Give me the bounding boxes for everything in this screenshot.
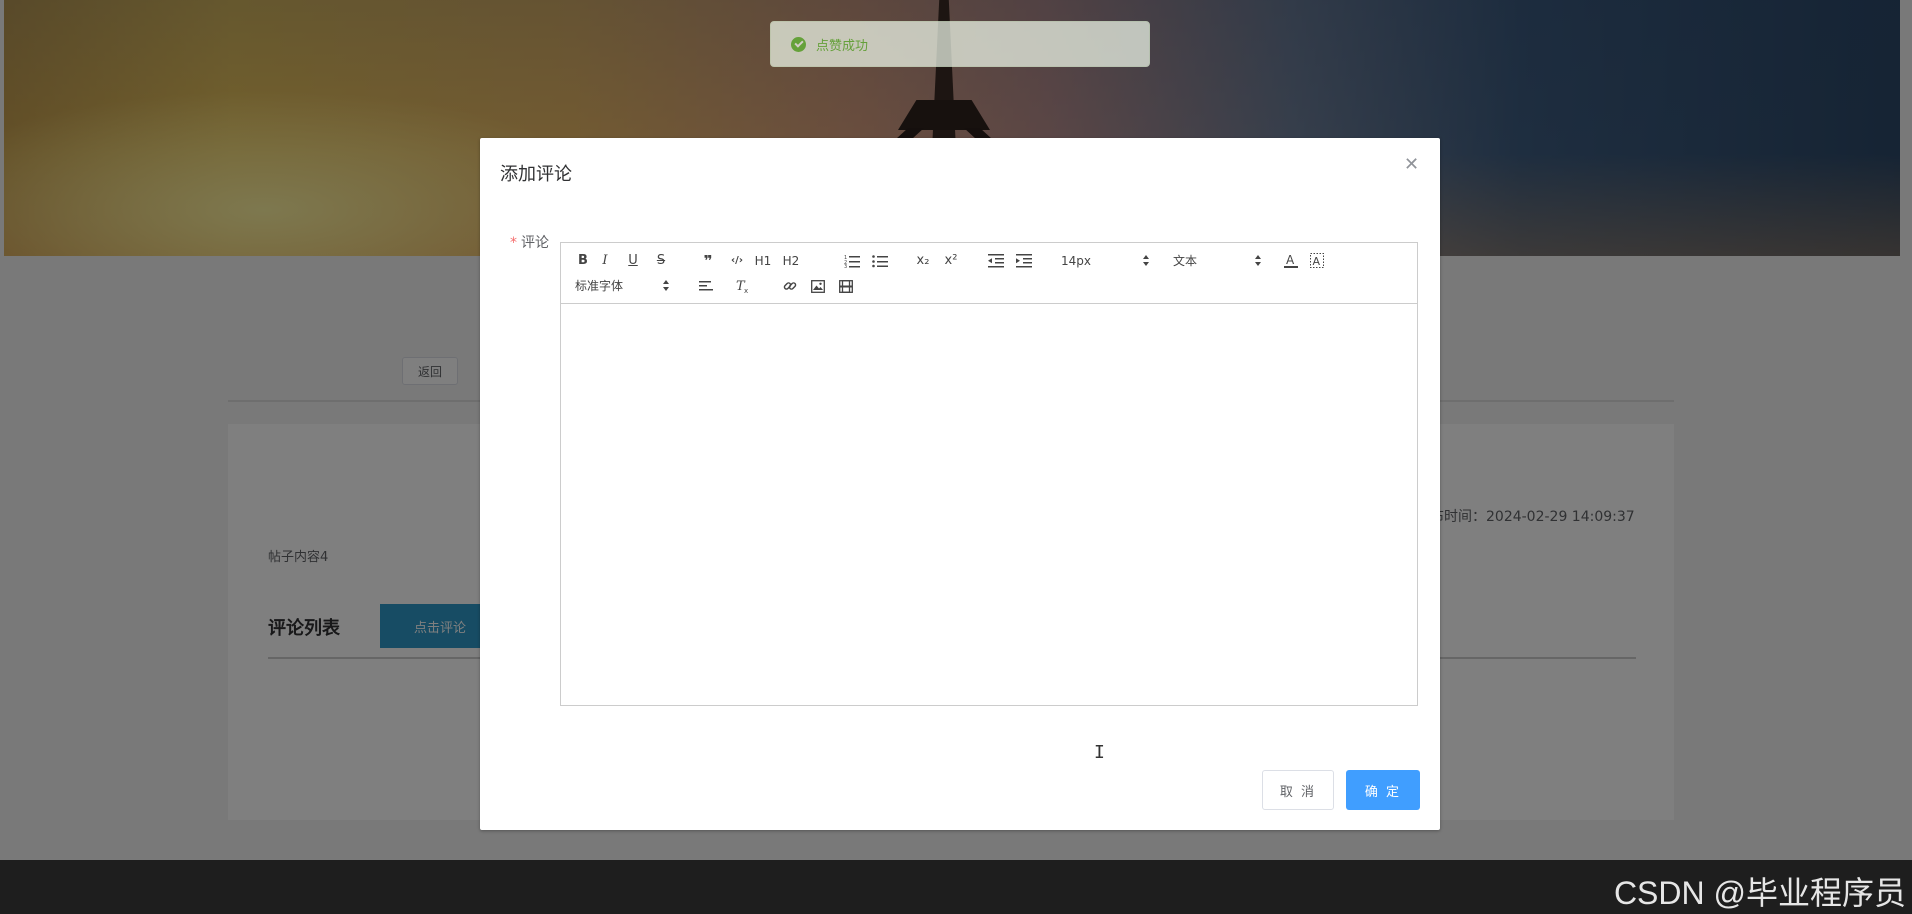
underline-button[interactable]: U (625, 252, 641, 270)
font-size-value: 14px (1061, 254, 1091, 268)
success-toast: 点赞成功 (770, 21, 1150, 67)
comment-field-label: * 评论 (510, 232, 549, 252)
code-block-button[interactable]: ‹/› (727, 252, 747, 270)
ordered-list-icon[interactable]: 123 (843, 252, 861, 270)
background-color-icon[interactable]: A (1309, 252, 1325, 270)
video-icon[interactable] (837, 277, 855, 295)
editor-content-area[interactable] (560, 304, 1418, 706)
select-arrows-icon (1255, 255, 1261, 267)
toast-message: 点赞成功 (816, 38, 869, 54)
svg-text:A: A (1286, 253, 1295, 267)
header-value: 文本 (1173, 254, 1198, 268)
strike-button[interactable]: S (653, 252, 669, 270)
select-arrows-icon (663, 280, 669, 292)
svg-text:A: A (1313, 255, 1321, 268)
svg-text:3: 3 (844, 264, 847, 268)
image-icon[interactable] (809, 277, 827, 295)
h1-button[interactable]: H1 (753, 252, 773, 270)
add-comment-dialog: 添加评论 ✕ * 评论 B I U S ❞ ‹/› H1 H2 123 x₂ x² (480, 138, 1440, 830)
cancel-button[interactable]: 取 消 (1262, 770, 1334, 810)
bullet-list-icon[interactable] (871, 252, 889, 270)
superscript-button[interactable]: x² (941, 252, 961, 270)
dialog-title: 添加评论 (500, 164, 572, 185)
check-circle-icon (791, 36, 806, 52)
subscript-button[interactable]: x₂ (913, 252, 933, 270)
text-cursor-icon: I (1094, 742, 1105, 763)
font-size-select[interactable]: 14px (1061, 252, 1149, 270)
outdent-icon[interactable] (987, 252, 1005, 270)
comment-label-text: 评论 (521, 235, 549, 251)
font-family-select[interactable]: 标准字体 (575, 277, 669, 295)
clear-format-icon[interactable]: Tx (733, 277, 753, 295)
header-select[interactable]: 文本 (1173, 252, 1261, 270)
rich-text-editor: B I U S ❞ ‹/› H1 H2 123 x₂ x² 14px 文本 A … (560, 242, 1420, 846)
text-color-icon[interactable]: A (1283, 252, 1299, 270)
confirm-button[interactable]: 确 定 (1346, 770, 1420, 810)
blockquote-button[interactable]: ❞ (699, 252, 717, 270)
font-family-value: 标准字体 (575, 279, 624, 293)
select-arrows-icon (1143, 255, 1149, 267)
bottom-bar: CSDN @毕业程序员 (0, 860, 1912, 914)
h2-button[interactable]: H2 (781, 252, 801, 270)
watermark: CSDN @毕业程序员 (1613, 875, 1906, 911)
svg-text:x: x (744, 287, 748, 294)
indent-icon[interactable] (1015, 252, 1033, 270)
close-icon[interactable]: ✕ (1404, 154, 1419, 175)
editor-toolbar: B I U S ❞ ‹/› H1 H2 123 x₂ x² 14px 文本 A … (560, 242, 1418, 304)
bold-button[interactable]: B (575, 252, 591, 270)
link-icon[interactable] (781, 277, 799, 295)
italic-button[interactable]: I (597, 252, 613, 270)
required-mark: * (510, 235, 517, 251)
align-icon[interactable] (697, 277, 715, 295)
